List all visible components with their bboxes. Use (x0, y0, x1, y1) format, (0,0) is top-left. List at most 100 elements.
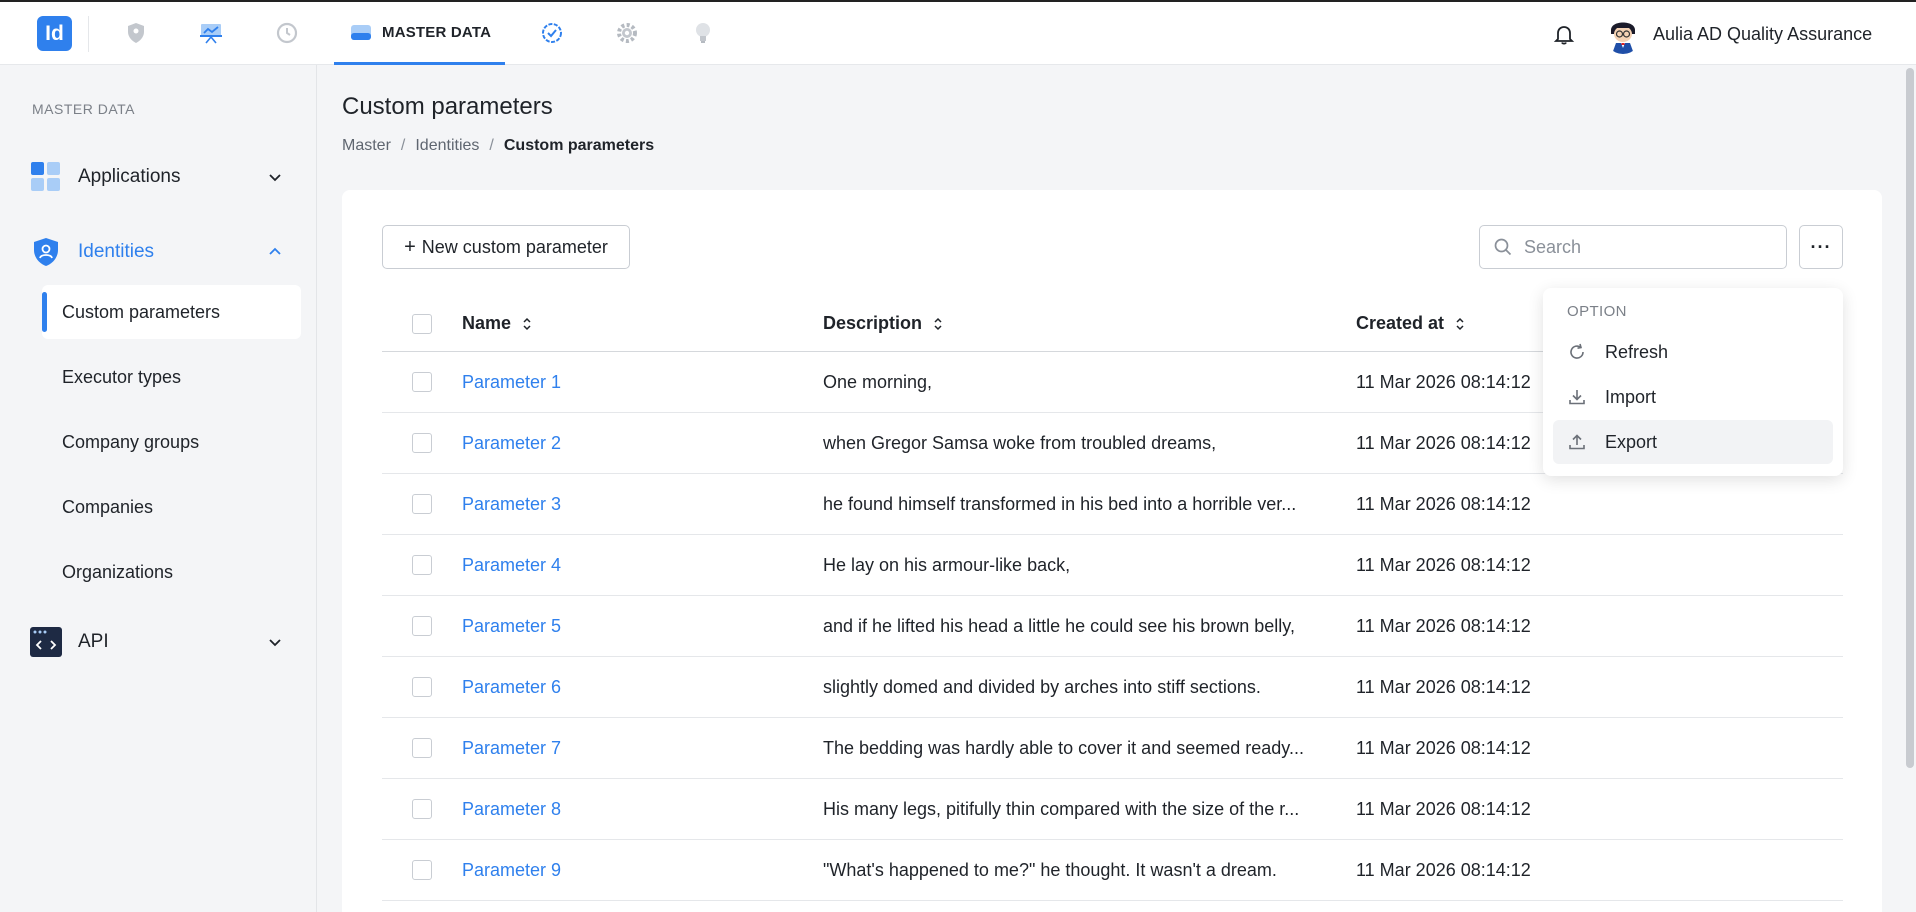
sidebar-group-applications[interactable]: Applications (30, 157, 292, 197)
clock-icon[interactable] (274, 20, 300, 46)
table-row[interactable]: Parameter 3 he found himself transformed… (382, 474, 1843, 535)
sidebar-group-label: API (78, 631, 109, 652)
row-checkbox[interactable] (412, 433, 432, 453)
sidebar: MASTER DATA Applications Identities Cust… (0, 65, 317, 912)
tab-master-data-label: MASTER DATA (382, 23, 492, 41)
dropdown-title: OPTION (1567, 303, 1627, 320)
select-all-checkbox[interactable] (412, 313, 432, 334)
parameter-description: "What's happened to me?" he thought. It … (823, 859, 1277, 880)
parameter-created-at: 11 Mar 2026 08:14:12 (1356, 493, 1531, 514)
parameter-description: he found himself transformed in his bed … (823, 493, 1297, 514)
breadcrumb: Master / Identities / Custom parameters (342, 137, 654, 155)
plus-icon: + (404, 235, 416, 258)
parameter-name-link[interactable]: Parameter 2 (462, 433, 561, 454)
sidebar-item-custom-parameters[interactable]: Custom parameters (42, 285, 301, 339)
gear-icon[interactable] (614, 20, 640, 46)
logo-divider (88, 16, 89, 52)
search-box[interactable] (1479, 225, 1787, 269)
parameter-name-link[interactable]: Parameter 7 (462, 738, 561, 759)
more-options-button[interactable]: ··· (1799, 225, 1843, 269)
sort-icon (934, 317, 942, 330)
sidebar-item-organizations[interactable]: Organizations (42, 545, 301, 599)
parameter-description: slightly domed and divided by arches int… (823, 676, 1261, 697)
parameter-created-at: 11 Mar 2026 08:14:12 (1356, 737, 1531, 758)
refresh-icon (1570, 343, 1584, 359)
parameter-created-at: 11 Mar 2026 08:14:12 (1356, 371, 1531, 392)
app-logo[interactable]: Id (37, 16, 72, 51)
row-checkbox[interactable] (412, 860, 432, 880)
shield-icon[interactable] (123, 20, 149, 46)
table-row[interactable]: Parameter 7 The bedding was hardly able … (382, 718, 1843, 779)
lightbulb-icon[interactable] (690, 20, 716, 46)
breadcrumb-separator: / (489, 137, 494, 154)
parameter-description: One morning, (823, 371, 933, 392)
download-icon (1569, 390, 1585, 405)
upload-icon (1569, 434, 1585, 450)
parameter-created-at: 11 Mar 2026 08:14:12 (1356, 798, 1531, 819)
sidebar-section-title: MASTER DATA (32, 101, 135, 117)
parameter-name-link[interactable]: Parameter 1 (462, 372, 561, 393)
column-header-name[interactable]: Name (462, 313, 533, 334)
parameter-created-at: 11 Mar 2026 08:14:12 (1356, 554, 1531, 575)
row-checkbox[interactable] (412, 677, 432, 697)
row-checkbox[interactable] (412, 738, 432, 758)
column-header-description[interactable]: Description (823, 313, 1323, 334)
sidebar-group-api[interactable]: API (30, 622, 292, 662)
menu-item-export[interactable]: Export (1553, 420, 1833, 464)
parameter-description: He lay on his armour-like back, (823, 554, 1071, 575)
parameter-description: The bedding was hardly able to cover it … (823, 737, 1304, 758)
avatar[interactable] (1604, 14, 1642, 54)
row-checkbox[interactable] (412, 494, 432, 514)
column-header-label: Description (823, 313, 923, 333)
chevron-down-icon (269, 174, 281, 182)
presentation-icon[interactable] (198, 20, 224, 46)
row-checkbox[interactable] (412, 616, 432, 636)
parameter-description: and if he lifted his head a little he co… (823, 615, 1295, 636)
search-input[interactable] (1524, 236, 1764, 258)
bell-icon[interactable] (1552, 22, 1576, 46)
sidebar-item-label: Custom parameters (62, 301, 221, 322)
chevron-down-icon (269, 639, 281, 647)
parameter-name-link[interactable]: Parameter 3 (462, 494, 561, 515)
table-row[interactable]: Parameter 4 He lay on his armour-like ba… (382, 535, 1843, 596)
sidebar-item-executor-types[interactable]: Executor types (42, 350, 301, 404)
parameter-created-at: 11 Mar 2026 08:14:12 (1356, 615, 1531, 636)
table-row[interactable]: Parameter 9 "What's happened to me?" he … (382, 840, 1843, 901)
parameter-name-link[interactable]: Parameter 8 (462, 799, 561, 820)
menu-item-import[interactable]: Import (1553, 375, 1833, 419)
chevron-up-icon (269, 247, 281, 255)
breadcrumb-master[interactable]: Master (342, 137, 391, 155)
table-row[interactable]: Parameter 6 slightly domed and divided b… (382, 657, 1843, 718)
sidebar-item-company-groups[interactable]: Company groups (42, 415, 301, 469)
sort-icon (1456, 317, 1464, 330)
menu-item-refresh[interactable]: Refresh (1553, 330, 1833, 374)
table-row[interactable]: Parameter 5 and if he lifted his head a … (382, 596, 1843, 657)
check-badge-icon[interactable] (539, 20, 565, 46)
sidebar-item-label: Organizations (62, 561, 174, 582)
parameter-name-link[interactable]: Parameter 9 (462, 860, 561, 881)
breadcrumb-separator: / (400, 137, 406, 154)
search-icon (1494, 238, 1512, 256)
column-header-label: Created at (1356, 313, 1445, 333)
new-custom-parameter-button[interactable]: + New custom parameter (382, 225, 630, 269)
row-checkbox[interactable] (412, 372, 432, 392)
sidebar-item-label: Executor types (62, 366, 182, 387)
menu-item-label: Refresh (1605, 341, 1669, 362)
breadcrumb-identities[interactable]: Identities (415, 137, 479, 155)
row-checkbox[interactable] (412, 799, 432, 819)
page-scrollbar[interactable] (1906, 68, 1914, 768)
tab-master-data[interactable]: MASTER DATA (334, 2, 505, 65)
user-name[interactable]: Aulia AD Quality Assurance (1653, 24, 1872, 45)
parameter-description: His many legs, pitifully thin compared w… (823, 798, 1300, 819)
sidebar-group-label: Applications (78, 166, 181, 187)
ellipsis-icon: ··· (1810, 236, 1832, 257)
sidebar-item-companies[interactable]: Companies (42, 480, 301, 534)
parameter-name-link[interactable]: Parameter 6 (462, 677, 561, 698)
sidebar-group-identities[interactable]: Identities (30, 232, 292, 272)
column-header-created-at[interactable]: Created at (1356, 313, 1466, 334)
row-checkbox[interactable] (412, 555, 432, 575)
parameter-name-link[interactable]: Parameter 5 (462, 616, 561, 637)
page-title: Custom parameters (342, 93, 553, 120)
parameter-name-link[interactable]: Parameter 4 (462, 555, 561, 576)
table-row[interactable]: Parameter 8 His many legs, pitifully thi… (382, 779, 1843, 840)
